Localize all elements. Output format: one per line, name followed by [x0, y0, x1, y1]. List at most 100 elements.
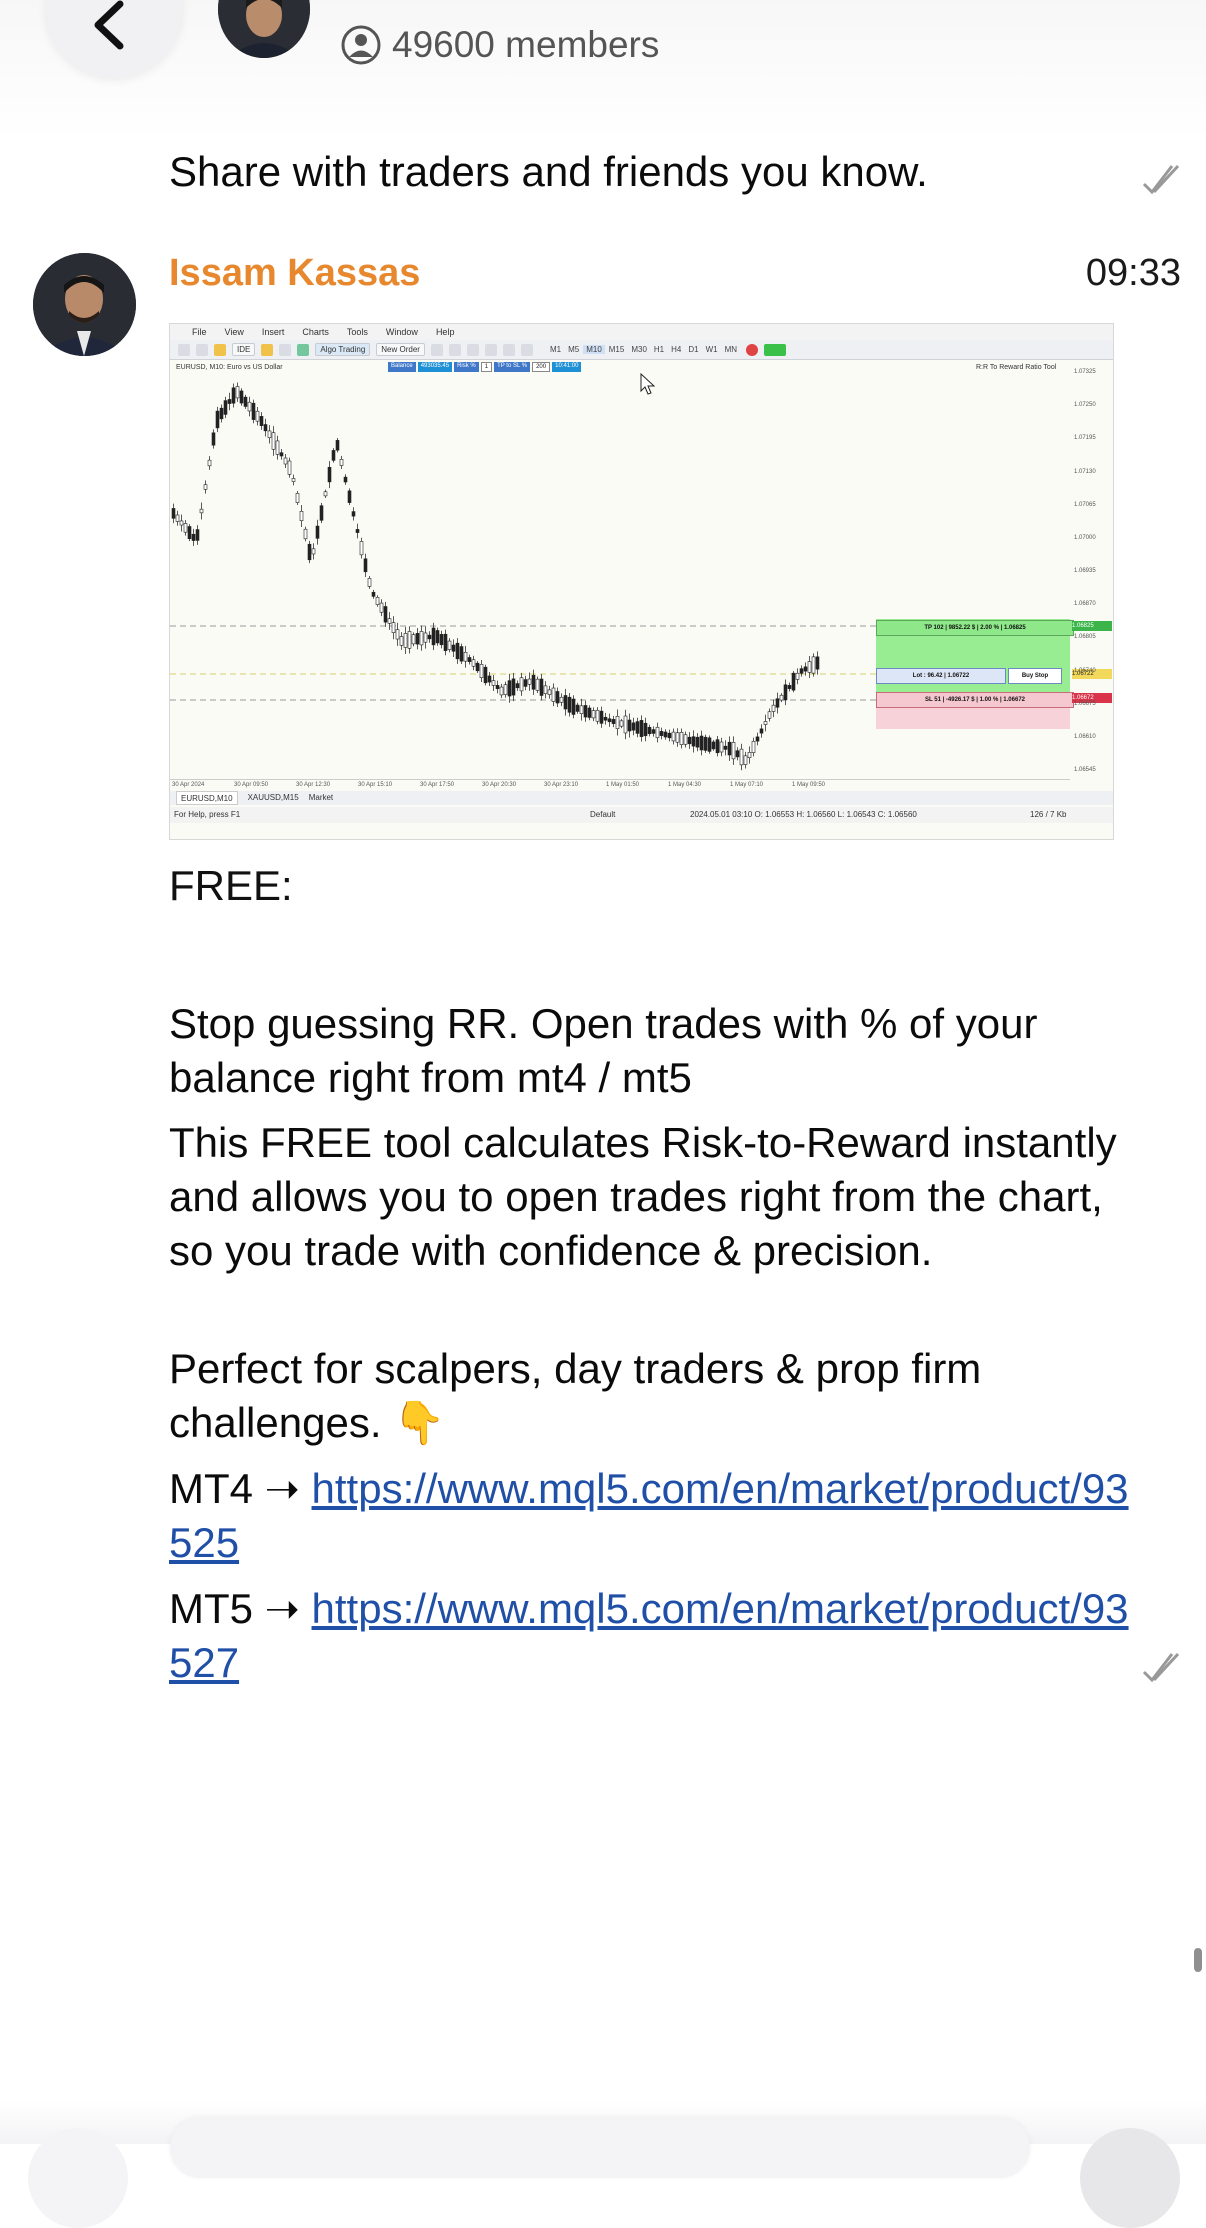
mt-menu-item: Insert — [261, 327, 285, 337]
candle-body — [423, 632, 428, 643]
candle-body — [183, 523, 188, 533]
tp-sl-label: TP to SL % — [494, 362, 531, 372]
timeframe: M30 — [631, 345, 647, 354]
candle-body — [567, 696, 572, 713]
candle-body — [519, 677, 524, 692]
candle-body — [383, 606, 388, 623]
scrollbar[interactable] — [1194, 1948, 1202, 1972]
timeframe: W1 — [705, 345, 718, 354]
candle-body — [655, 726, 660, 739]
attach-button[interactable] — [28, 2128, 128, 2228]
candle-body — [651, 729, 656, 734]
candle-body — [767, 711, 772, 719]
candle-body — [727, 741, 732, 756]
mt5-line: MT5 ➝ https://www.mql5.com/en/market/pro… — [169, 1582, 1129, 1690]
candle-body — [795, 672, 800, 680]
candle-body — [511, 678, 516, 696]
price-tick-label: 1.07250 — [1074, 402, 1096, 409]
candle-body — [283, 457, 288, 465]
indicator-icon — [520, 343, 533, 356]
timeframe: M15 — [608, 345, 625, 354]
zoom-in-icon — [430, 343, 443, 356]
mt-timeframes: M1 M5 M10 M15 M30 H1 H4 D1 W1 MN — [547, 345, 740, 354]
candle-body — [467, 657, 472, 662]
candle-body — [679, 731, 684, 746]
candle-body — [671, 731, 676, 742]
sender-avatar[interactable] — [33, 253, 136, 356]
tp-sl-value: 200 — [532, 362, 551, 372]
time-tick-label: 30 Apr 09:50 — [234, 782, 269, 788]
candle-body — [275, 440, 280, 455]
mt5-link[interactable]: https://www.mql5.com/en/market/product/9… — [169, 1585, 1129, 1686]
candle-body — [803, 666, 808, 672]
time-tick-label: 1 May 04:30 — [668, 782, 702, 788]
timeframe: MN — [724, 345, 738, 354]
candle-body — [227, 399, 232, 404]
chevron-left-icon — [94, 0, 124, 50]
price-tick-label: 1.07325 — [1074, 369, 1096, 375]
candle-body — [575, 704, 580, 712]
mt4-link[interactable]: https://www.mql5.com/en/market/product/9… — [169, 1465, 1129, 1566]
candle-body — [507, 680, 512, 697]
sender-name[interactable]: Issam Kassas — [169, 252, 420, 295]
candle-body — [367, 578, 372, 587]
candle-body — [639, 720, 644, 737]
status-ohlc: 2024.05.01 03:10 O: 1.06553 H: 1.06560 L… — [690, 810, 917, 819]
candle-body — [387, 618, 392, 624]
buy-stop-button: Buy Stop — [1008, 668, 1062, 684]
chart-type-icon — [178, 343, 190, 356]
candle-body — [339, 459, 344, 466]
candle-body — [775, 698, 780, 708]
price-tick-label: 1.07130 — [1074, 468, 1096, 475]
status-bar: For Help, press F1 Default 2024.05.01 03… — [170, 807, 1113, 823]
time-tick-label: 30 Apr 15:10 — [358, 782, 393, 788]
candle-body — [403, 633, 408, 648]
candle-body — [463, 651, 468, 662]
candle-body — [431, 627, 436, 646]
candle-body — [635, 721, 640, 734]
message-image-screenshot[interactable]: File View Insert Charts Tools Window Hel… — [169, 323, 1114, 840]
candle-body — [595, 709, 600, 722]
candle-body — [351, 511, 356, 517]
candle-body — [563, 695, 568, 710]
timeframe: M5 — [568, 345, 580, 354]
candle-body — [443, 633, 448, 651]
send-button[interactable] — [1080, 2128, 1180, 2228]
candle-body — [455, 642, 460, 660]
shift-icon — [502, 343, 515, 356]
candle-body — [323, 491, 328, 497]
candle-body — [175, 514, 180, 522]
candle-body — [195, 529, 200, 541]
time-tick-label: 30 Apr 17:50 — [420, 782, 455, 788]
candle-body — [815, 656, 820, 670]
candle-body — [543, 685, 548, 694]
candle-body — [267, 430, 272, 439]
timeframe: H4 — [671, 345, 682, 354]
members-text: 49600 members — [392, 24, 660, 65]
candle-body — [395, 629, 400, 640]
mt-menu-item: Help — [435, 327, 455, 337]
candle-body — [627, 719, 632, 732]
tool-title: R:R To Reward Ratio Tool — [976, 364, 1057, 371]
candle-body — [531, 674, 536, 690]
message-input[interactable] — [170, 2118, 1030, 2178]
candle-body — [663, 731, 668, 738]
candle-body — [691, 736, 696, 747]
candle-body — [419, 631, 424, 646]
candle-body — [755, 736, 760, 742]
candle-body — [759, 728, 764, 734]
candle-body — [427, 634, 432, 640]
mt-menu-item: Charts — [302, 327, 329, 337]
connection-icon — [764, 343, 787, 356]
candle-body — [643, 722, 648, 737]
candle-body — [607, 718, 612, 723]
mt5-prefix: MT5 ➝ — [169, 1585, 312, 1632]
candle-body — [251, 402, 256, 420]
candle-body — [247, 401, 252, 412]
chart-title: EURUSD, M10: Euro vs US Dollar — [176, 364, 283, 371]
candle-body — [747, 752, 752, 758]
candle-body — [559, 696, 564, 703]
candle-body — [179, 520, 184, 526]
candle-body — [243, 396, 248, 407]
candle-body — [603, 716, 608, 721]
